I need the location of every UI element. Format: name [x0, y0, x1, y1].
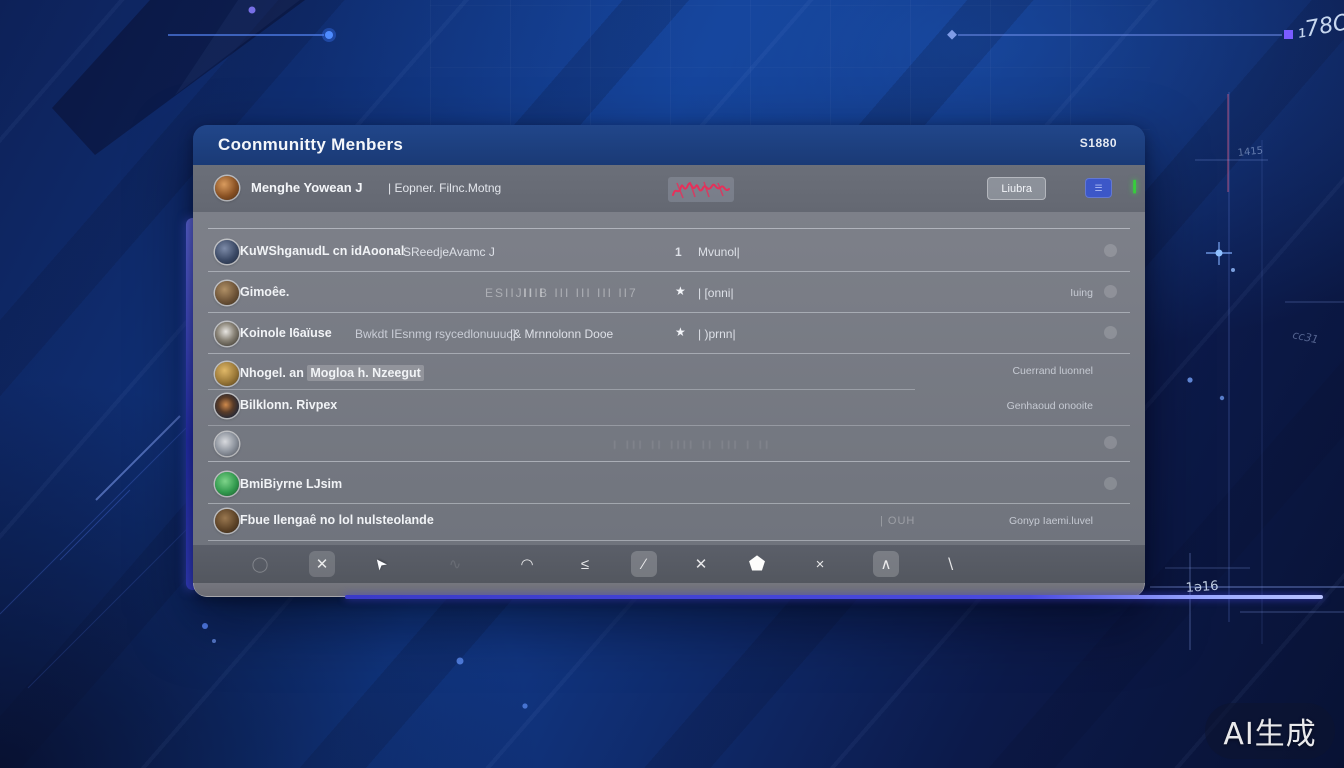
member-name: KuWShganudL cn idAoonal: [240, 244, 404, 258]
panel-underline-accent: [345, 595, 1323, 599]
header-member-meta: | Eopner. Filnc.Motng: [388, 181, 501, 195]
table-row[interactable]: Koinole I6aïuse Bwkdt IEsnmg rsycedlonuu…: [193, 318, 1145, 354]
handwriting-mid-right: 1415: [1237, 145, 1263, 159]
table-row[interactable]: Gimoêe. ESIIJIIII II B III III III II7 ★…: [193, 277, 1145, 313]
member-note: Iuing: [1070, 287, 1093, 299]
member-detail: II B III III III II7: [523, 286, 638, 300]
online-tick-icon: ❙: [1129, 178, 1140, 194]
member-name: Bilklonn. Rivpex: [240, 398, 337, 412]
star-icon: ★: [675, 284, 686, 298]
row-action-icon[interactable]: [1104, 244, 1117, 257]
member-name: Koinole I6aïuse: [240, 326, 332, 340]
handwriting-side-note: cc31: [1291, 328, 1319, 346]
blob-icon[interactable]: ⬟: [744, 551, 770, 577]
ai-generated-badge: AI生成: [1205, 703, 1335, 759]
member-count: 1: [675, 245, 682, 259]
row-action-icon[interactable]: [1104, 326, 1117, 339]
table-row[interactable]: Nhogel. an Mogloa h. Nzeegut Cuerrand lu…: [193, 358, 1145, 390]
member-name: Nhogel. an Mogloa h. Nzeegut: [240, 366, 424, 380]
header-member-name: Menghe Yowean J: [251, 180, 363, 195]
avatar: [215, 362, 239, 386]
member-role: Bwkdt IEsnmg rsycedlonuuuc]: [355, 327, 516, 341]
red-scribble-annotation: [668, 177, 734, 202]
avatar: [215, 432, 239, 456]
avatar: [215, 176, 239, 200]
ghost-wave-icon[interactable]: ∿: [442, 551, 468, 577]
avatar: [215, 281, 239, 305]
cross-icon[interactable]: ✕: [688, 551, 714, 577]
mini-panel-button[interactable]: ☰: [1085, 178, 1112, 198]
header-action-button[interactable]: Liubra: [987, 177, 1046, 200]
row-action-icon[interactable]: [1104, 477, 1117, 490]
member-role: SReedjeAvamc J: [403, 245, 495, 259]
chevron-icon[interactable]: ∧: [873, 551, 899, 577]
member-name: BmiBiyrne LJsim: [240, 477, 342, 491]
avatar: [215, 509, 239, 533]
sparkle-icon: [1206, 242, 1232, 265]
avatar: [215, 322, 239, 346]
page-title: Coonmunitty Menbers: [218, 135, 403, 155]
ghost-text: I III II IIII II III I II: [613, 438, 771, 452]
row-action-icon[interactable]: [1104, 285, 1117, 298]
avatar: [215, 394, 239, 418]
ghost-circle-icon[interactable]: ◯: [247, 551, 273, 577]
table-row[interactable]: Bilklonn. Rivpex Genhaoud onooite: [193, 390, 1145, 426]
background-grid: [430, 0, 1150, 130]
member-note: Cuerrand luonnel: [1012, 365, 1093, 377]
community-members-panel: Coonmunitty Menbers S1880 Menghe Yowean …: [193, 125, 1145, 597]
member-status: | [onni|: [698, 286, 734, 300]
small-x-icon[interactable]: ×: [807, 551, 833, 577]
row-action-icon[interactable]: [1104, 436, 1117, 449]
member-detail: |& Mrnnolonn Dooe: [510, 327, 613, 341]
avatar: [215, 472, 239, 496]
backslash-icon[interactable]: ∖: [937, 551, 963, 577]
table-row[interactable]: KuWShganudL cn idAoonal SReedjeAvamc J 1…: [193, 236, 1145, 272]
avatar: [215, 240, 239, 264]
member-counter: S1880: [1080, 136, 1117, 150]
arc-icon[interactable]: ◠: [514, 551, 540, 577]
member-status: | )prnn|: [698, 327, 736, 341]
handwriting-top-right: ₁78O~ₒ: [1295, 5, 1344, 44]
member-header-row[interactable]: Menghe Yowean J | Eopner. Filnc.Motng Li…: [193, 165, 1145, 212]
highlighted-text: Mogloa h. Nzeegut: [307, 365, 423, 381]
member-note: Genhaoud onooite: [1007, 400, 1093, 412]
cursor-icon[interactable]: ➤: [362, 546, 398, 582]
member-status: Mvunol|: [698, 245, 740, 259]
panel-toolbar: ◯ ✕ ➤ ∿ ◠ ≤ ∕ ✕ ⬟ × ∧ ∖: [193, 545, 1145, 583]
member-name: Fbue Ilengaê no lol nulsteolande: [240, 513, 434, 527]
ai-generated-label: AI生成: [1223, 709, 1316, 753]
table-row[interactable]: Fbue Ilengaê no lol nulsteolande | OUH G…: [193, 505, 1145, 541]
handwriting-low-right: 1ǝ16: [1185, 579, 1219, 596]
member-list: KuWShganudL cn idAoonal SReedjeAvamc J 1…: [193, 212, 1145, 545]
member-detail: | OUH: [880, 515, 915, 527]
slash-icon[interactable]: ∕: [631, 551, 657, 577]
table-row[interactable]: BmiBiyrne LJsim: [193, 466, 1145, 504]
angle-icon[interactable]: ≤: [572, 551, 598, 577]
table-row[interactable]: I III II IIII II III I II: [193, 428, 1145, 462]
close-icon[interactable]: ✕: [309, 551, 335, 577]
panel-titlebar: Coonmunitty Menbers S1880: [193, 125, 1145, 165]
star-icon: ★: [675, 325, 686, 339]
scribble-icon: [668, 177, 734, 202]
member-name: Gimoêe.: [240, 285, 289, 299]
member-note: Gonyp Iaemi.luvel: [1009, 515, 1093, 527]
